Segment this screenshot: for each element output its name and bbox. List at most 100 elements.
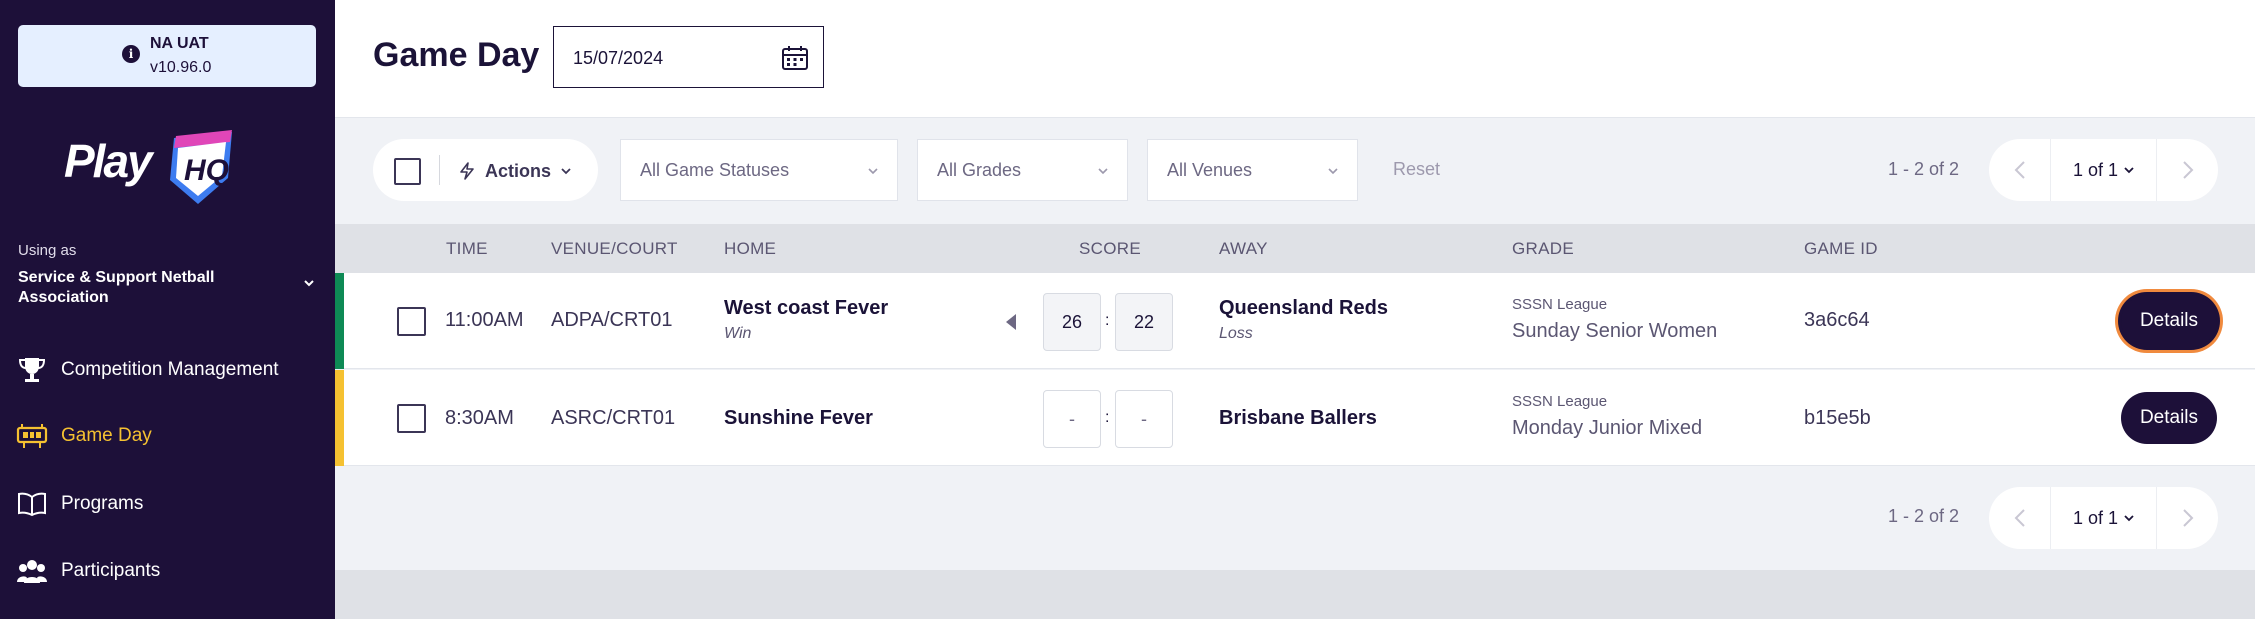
score-separator: : [1105, 409, 1110, 426]
page-header: Game Day 15/07/2024 [335, 0, 2255, 118]
actions-dropdown-button[interactable]: Actions [459, 158, 571, 184]
svg-text:HQ: HQ [184, 154, 229, 187]
using-as-label: Using as [18, 242, 77, 259]
date-picker-input[interactable]: 15/07/2024 [553, 26, 824, 88]
people-icon [16, 556, 48, 586]
book-icon [16, 489, 48, 519]
pagination-top: 1 of 1 [1989, 139, 2218, 201]
home-result: Win [724, 325, 752, 342]
chevron-right-icon [2182, 509, 2193, 527]
column-header-venue: VENUE/COURT [551, 239, 678, 258]
grade-name: Sunday Senior Women [1512, 320, 1718, 342]
details-button[interactable]: Details [2121, 295, 2217, 347]
bulk-actions-group: Actions [373, 139, 598, 201]
environment-version: v10.96.0 [150, 59, 212, 76]
nav-label: Competition Management [61, 359, 279, 380]
table-header: TIME VENUE/COURT HOME SCORE AWAY GRADE G… [335, 224, 2255, 273]
logo-shield-icon: HQ [170, 130, 232, 204]
away-score: - [1115, 390, 1173, 448]
grade-filter[interactable]: All Grades [917, 139, 1128, 201]
nav-label: Programs [61, 493, 144, 514]
pagination-bottom: 1 of 1 [1989, 487, 2218, 549]
game-time: 11:00AM [445, 309, 524, 331]
chevron-down-icon[interactable] [302, 278, 316, 288]
main-content: Actions All Game Statuses All Grades All… [335, 118, 2255, 619]
lightning-icon [460, 162, 474, 180]
footer-band [335, 570, 2255, 619]
page-title: Game Day [373, 36, 540, 74]
table-row[interactable]: 11:00AM ADPA/CRT01 West coast Fever Win … [335, 273, 2255, 369]
game-status-filter[interactable]: All Game Statuses [620, 139, 898, 201]
home-team: West coast Fever [724, 297, 889, 319]
next-page-button[interactable] [2156, 139, 2218, 201]
grade-filter-label: All Grades [937, 160, 1022, 180]
game-id: b15e5b [1804, 407, 1871, 429]
divider [439, 155, 440, 185]
chevron-down-icon [2124, 167, 2134, 174]
game-venue: ASRC/CRT01 [551, 407, 676, 429]
away-result: Loss [1219, 325, 1253, 342]
previous-page-button[interactable] [1989, 487, 2051, 549]
nav-item-participants[interactable]: Participants [0, 541, 335, 601]
column-header-home: HOME [724, 239, 777, 258]
away-team: Queensland Reds [1219, 297, 1388, 319]
chevron-down-icon [2124, 515, 2134, 522]
chevron-left-icon [2014, 509, 2025, 527]
status-indicator [335, 273, 344, 369]
nav-label: Game Day [61, 425, 152, 446]
venue-filter-label: All Venues [1167, 160, 1253, 180]
home-team: Sunshine Fever [724, 407, 873, 429]
home-score: 26 [1043, 293, 1101, 351]
actions-label: Actions [485, 160, 552, 181]
row-checkbox[interactable] [397, 307, 426, 336]
column-header-away: AWAY [1219, 239, 1268, 258]
game-status-filter-label: All Game Statuses [640, 160, 790, 180]
reset-filters-button[interactable]: Reset [1393, 159, 1440, 180]
logo-text: Play [64, 135, 153, 187]
previous-page-button[interactable] [1989, 139, 2051, 201]
page-select[interactable]: 1 of 1 [2051, 487, 2156, 549]
next-page-button[interactable] [2156, 487, 2218, 549]
table-row[interactable]: 8:30AM ASRC/CRT01 Sunshine Fever - : - B… [335, 370, 2255, 466]
date-value: 15/07/2024 [573, 48, 664, 68]
sidebar: i NA UAT v10.96.0 Play HQ Using as Servi… [0, 0, 335, 619]
page-select-label: 1 of 1 [2072, 507, 2119, 528]
away-team: Brisbane Ballers [1219, 407, 1377, 429]
select-all-checkbox[interactable] [394, 158, 421, 185]
grade-league: SSSN League [1512, 393, 1608, 410]
column-header-grade: GRADE [1512, 239, 1574, 258]
game-venue: ADPA/CRT01 [551, 309, 673, 331]
chevron-down-icon [561, 168, 571, 175]
chevron-down-icon [868, 168, 878, 175]
chevron-left-icon [2014, 161, 2025, 179]
calendar-icon[interactable] [781, 44, 809, 72]
playhq-logo[interactable]: Play HQ [64, 124, 244, 204]
away-score: 22 [1115, 293, 1173, 351]
environment-name: NA UAT [150, 35, 209, 52]
filter-bar: Actions All Game Statuses All Grades All… [335, 118, 2255, 224]
nav-item-programs[interactable]: Programs [0, 474, 335, 534]
chevron-down-icon [1328, 168, 1338, 175]
environment-badge: i NA UAT v10.96.0 [18, 25, 316, 87]
organisation-switcher[interactable]: Service & Support Netball Association [18, 268, 278, 308]
game-id: 3a6c64 [1804, 309, 1870, 331]
grade-league: SSSN League [1512, 296, 1608, 313]
results-count-bottom: 1 - 2 of 2 [1888, 506, 1960, 526]
column-header-time: TIME [446, 239, 488, 258]
game-time: 8:30AM [445, 407, 514, 429]
page-select[interactable]: 1 of 1 [2051, 139, 2156, 201]
nav-item-competition-management[interactable]: Competition Management [0, 340, 335, 400]
nav-item-game-day[interactable]: Game Day [0, 406, 335, 466]
row-checkbox[interactable] [397, 404, 426, 433]
status-indicator [335, 370, 344, 466]
venue-filter[interactable]: All Venues [1147, 139, 1358, 201]
column-header-game-id: GAME ID [1804, 239, 1878, 258]
home-score: - [1043, 390, 1101, 448]
chevron-right-icon [2182, 161, 2193, 179]
info-icon: i [122, 45, 140, 63]
trophy-icon [16, 355, 48, 385]
results-count: 1 - 2 of 2 [1888, 159, 1960, 179]
details-button[interactable]: Details [2121, 392, 2217, 444]
chevron-down-icon [1098, 168, 1108, 175]
scoreboard-icon [16, 421, 48, 451]
